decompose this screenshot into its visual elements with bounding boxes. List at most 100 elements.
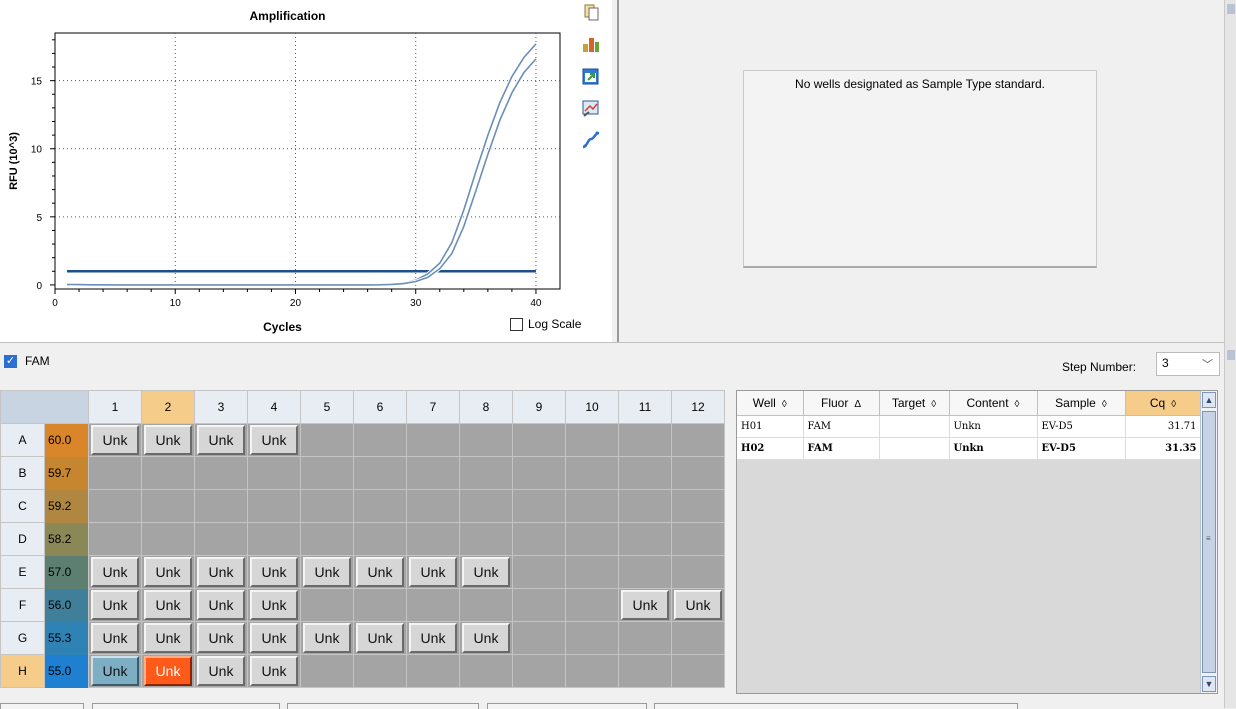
plate-column-header[interactable]: 4 [247, 390, 301, 424]
plate-well[interactable]: Unk [353, 555, 407, 589]
scroll-up-icon[interactable]: ▲ [1202, 392, 1216, 408]
well-content-button[interactable]: Unk [462, 623, 510, 653]
plate-well[interactable]: Unk [141, 588, 195, 622]
plate-well[interactable]: Unk [247, 423, 301, 457]
plate-well[interactable] [459, 654, 513, 688]
plate-well[interactable] [300, 456, 354, 490]
well-content-button[interactable]: Unk [197, 590, 245, 620]
well-content-button[interactable]: Unk [250, 623, 298, 653]
well-content-button[interactable]: Unk [144, 425, 192, 455]
table-row[interactable]: H01 FAM Unkn EV-D5 31.71 [737, 415, 1202, 438]
plate-well[interactable] [141, 522, 195, 556]
well-content-button[interactable]: Unk [197, 623, 245, 653]
plate-well[interactable] [565, 555, 619, 589]
plate-well[interactable] [671, 456, 725, 490]
plate-well[interactable] [565, 588, 619, 622]
plate-well[interactable]: Unk [194, 588, 248, 622]
plate-column-header[interactable]: 8 [459, 390, 513, 424]
plate-well[interactable] [406, 423, 460, 457]
bottom-tab[interactable] [0, 703, 84, 709]
plate-well[interactable] [300, 522, 354, 556]
results-column-header-cq[interactable]: Cq ◊ [1125, 391, 1202, 416]
plate-well[interactable] [459, 588, 513, 622]
plate-well[interactable] [512, 555, 566, 589]
plate-well[interactable] [618, 522, 672, 556]
plate-column-header[interactable]: 12 [671, 390, 725, 424]
plate-well[interactable]: Unk [247, 555, 301, 589]
well-content-button[interactable]: Unk [91, 425, 139, 455]
plate-column-header[interactable]: 1 [88, 390, 142, 424]
well-content-button[interactable]: Unk [144, 557, 192, 587]
plate-well[interactable]: Unk [618, 588, 672, 622]
chart-settings-icon[interactable] [581, 34, 601, 54]
plate-well[interactable] [512, 423, 566, 457]
results-scrollbar[interactable]: ▲ ≡ ▼ [1200, 391, 1217, 693]
bottom-tab[interactable] [654, 703, 1018, 709]
plate-row-header[interactable]: D [0, 522, 45, 556]
well-content-button[interactable]: Unk [409, 623, 457, 653]
plate-well[interactable] [512, 456, 566, 490]
scroll-thumb[interactable]: ≡ [1202, 411, 1216, 673]
plate-well[interactable]: Unk [194, 621, 248, 655]
plate-well[interactable] [565, 456, 619, 490]
plate-well[interactable] [565, 423, 619, 457]
plate-well[interactable] [459, 489, 513, 523]
plate-well[interactable] [88, 522, 142, 556]
well-content-button[interactable]: Unk [91, 590, 139, 620]
plate-well[interactable]: Unk [247, 654, 301, 688]
plate-well[interactable]: Unk [88, 621, 142, 655]
fam-filter[interactable]: ✓ FAM [4, 354, 50, 368]
well-content-button[interactable]: Unk [91, 656, 139, 686]
bottom-tab[interactable] [92, 703, 280, 709]
plate-well[interactable] [618, 654, 672, 688]
plate-well[interactable] [300, 654, 354, 688]
plate-well[interactable] [459, 456, 513, 490]
plate-well[interactable] [671, 522, 725, 556]
plate-well[interactable] [247, 522, 301, 556]
well-content-button[interactable]: Unk [409, 557, 457, 587]
plate-well[interactable] [459, 423, 513, 457]
zoom-icon[interactable] [581, 98, 601, 118]
plate-well[interactable] [671, 555, 725, 589]
plate-well[interactable] [300, 423, 354, 457]
well-content-button[interactable]: Unk [250, 425, 298, 455]
well-content-button[interactable]: Unk [303, 557, 351, 587]
plate-well[interactable] [406, 489, 460, 523]
results-column-header-sample[interactable]: Sample ◊ [1037, 391, 1126, 416]
plate-well[interactable] [88, 456, 142, 490]
plate-well[interactable] [406, 588, 460, 622]
plate-well[interactable]: Unk [459, 621, 513, 655]
plate-well[interactable] [512, 489, 566, 523]
plate-well[interactable] [565, 654, 619, 688]
well-content-button[interactable]: Unk [250, 656, 298, 686]
plate-well[interactable]: Unk [194, 555, 248, 589]
plate-well[interactable] [194, 489, 248, 523]
plate-column-header[interactable]: 9 [512, 390, 566, 424]
plate-well[interactable] [406, 522, 460, 556]
export-icon[interactable] [581, 66, 601, 86]
plate-well[interactable] [565, 489, 619, 523]
log-scale-checkbox[interactable] [510, 317, 523, 331]
plate-well[interactable]: Unk [459, 555, 513, 589]
results-column-header-content[interactable]: Content ◊ [949, 391, 1038, 416]
plate-row-header[interactable]: E [0, 555, 45, 589]
plate-well[interactable]: Unk [194, 654, 248, 688]
plate-well[interactable] [671, 621, 725, 655]
plate-well[interactable] [141, 489, 195, 523]
results-column-header-well[interactable]: Well ◊ [737, 391, 804, 416]
plate-well[interactable]: Unk [300, 555, 354, 589]
plate-well[interactable]: Unk [300, 621, 354, 655]
well-content-button[interactable]: Unk [674, 590, 722, 620]
plate-well[interactable] [353, 588, 407, 622]
plate-row-header[interactable]: H [0, 654, 45, 688]
results-column-header-target[interactable]: Target ◊ [879, 391, 950, 416]
plate-well[interactable] [300, 588, 354, 622]
copy-icon[interactable] [581, 2, 601, 22]
well-content-button[interactable]: Unk [144, 623, 192, 653]
plate-well[interactable]: Unk [88, 555, 142, 589]
curve-icon[interactable] [581, 130, 601, 150]
plate-well[interactable] [618, 423, 672, 457]
plate-well[interactable]: Unk [88, 423, 142, 457]
table-row[interactable]: H02 FAM Unkn EV-D5 31.35 [737, 437, 1202, 460]
plate-well[interactable] [459, 522, 513, 556]
